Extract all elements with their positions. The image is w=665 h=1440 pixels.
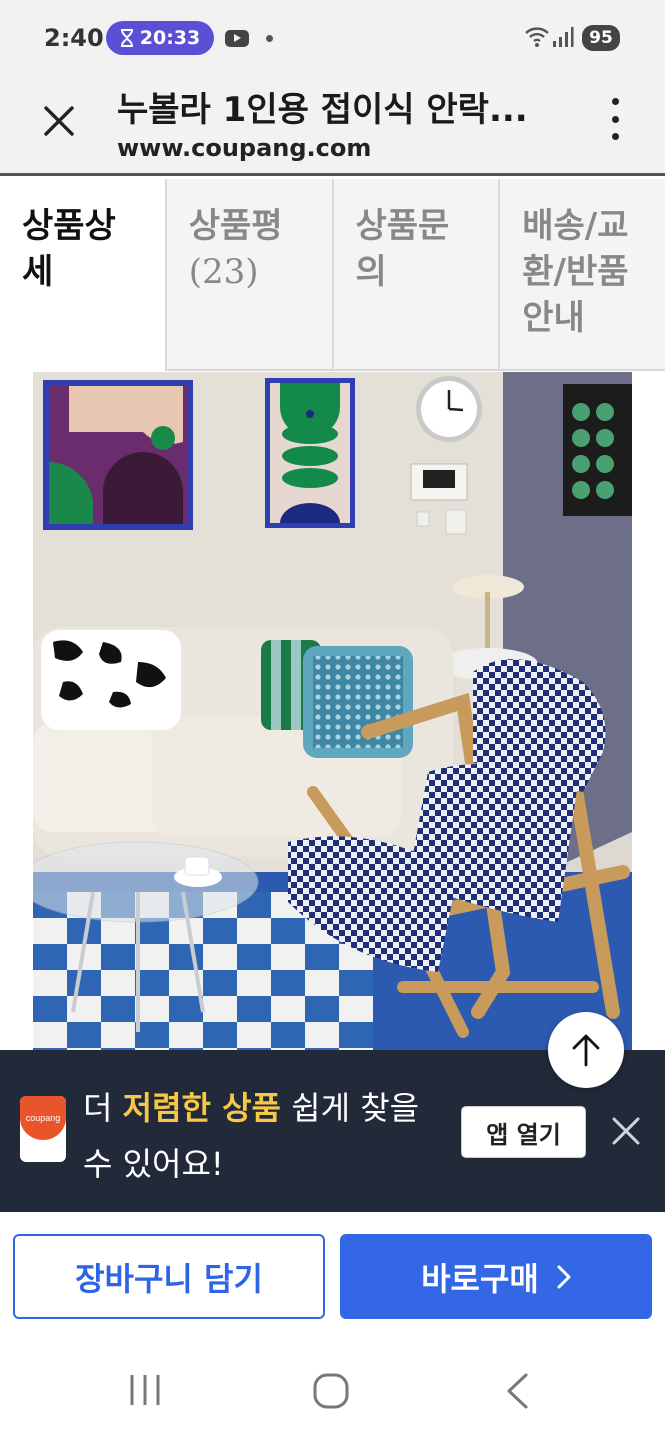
tab-product-detail[interactable]: 상품상세: [0, 179, 167, 371]
buy-button-label: 바로구매: [421, 1259, 539, 1298]
close-button[interactable]: [38, 100, 80, 142]
page-title: 누볼라 1인용 접이식 안락...: [117, 90, 528, 130]
more-options-button[interactable]: [600, 96, 630, 142]
youtube-icon: [225, 30, 249, 47]
banner-close-button[interactable]: [609, 1114, 643, 1148]
tab-label: 배송/교환/반품안내: [522, 206, 629, 338]
system-nav-bar: [0, 1340, 665, 1440]
battery-level: 95: [589, 28, 613, 48]
product-tabs: 상품상세 상품평 (23) 상품문의 배송/교환/반품안내: [0, 179, 665, 371]
page-url: www.coupang.com: [117, 134, 372, 162]
notification-dot-icon: [266, 35, 273, 42]
banner-text-highlight: 저렴한 상품: [122, 1089, 281, 1127]
browser-header: 누볼라 1인용 접이식 안락... www.coupang.com: [0, 76, 665, 176]
tab-label: 상품문의: [355, 206, 450, 292]
back-icon[interactable]: [504, 1372, 530, 1410]
signal-icon: [553, 27, 574, 47]
close-icon: [612, 1117, 640, 1145]
tab-inquiries[interactable]: 상품문의: [333, 179, 501, 371]
close-icon: [44, 106, 74, 136]
buy-now-button[interactable]: 바로구매: [340, 1234, 652, 1319]
logo-text: coupang: [25, 1113, 61, 1123]
cart-button-label: 장바구니 담기: [75, 1259, 263, 1298]
chevron-right-icon: [557, 1265, 571, 1288]
review-count: (23): [188, 252, 259, 292]
tab-label: 상품상세: [22, 206, 116, 292]
add-to-cart-button[interactable]: 장바구니 담기: [13, 1234, 325, 1319]
open-app-button[interactable]: 앱 열기: [461, 1106, 586, 1158]
tab-shipping-info[interactable]: 배송/교환/반품안내: [500, 179, 665, 371]
tab-reviews[interactable]: 상품평 (23): [166, 179, 334, 371]
status-time: 2:40: [44, 24, 104, 52]
coupang-logo: coupang: [20, 1096, 66, 1162]
battery-indicator: 95: [582, 25, 620, 51]
wifi-icon: [525, 27, 549, 47]
banner-message: 더 저렴한 상품 쉽게 찾을 수 있어요!: [83, 1080, 443, 1192]
more-vertical-icon: [611, 98, 619, 105]
scroll-to-top-button[interactable]: [548, 1012, 624, 1088]
tab-label: 상품평: [188, 206, 283, 246]
timer-text: 20:33: [139, 27, 201, 49]
status-bar: 2:40 20:33 95: [0, 0, 665, 76]
home-icon[interactable]: [312, 1372, 350, 1410]
timer-pill: 20:33: [106, 21, 214, 55]
arrow-up-icon: [572, 1034, 600, 1067]
recents-icon[interactable]: [128, 1372, 162, 1408]
banner-text-before: 더: [83, 1089, 123, 1127]
lounge-chair-photo: [33, 372, 632, 1050]
product-image: [33, 372, 632, 1050]
hourglass-icon: [120, 29, 133, 47]
